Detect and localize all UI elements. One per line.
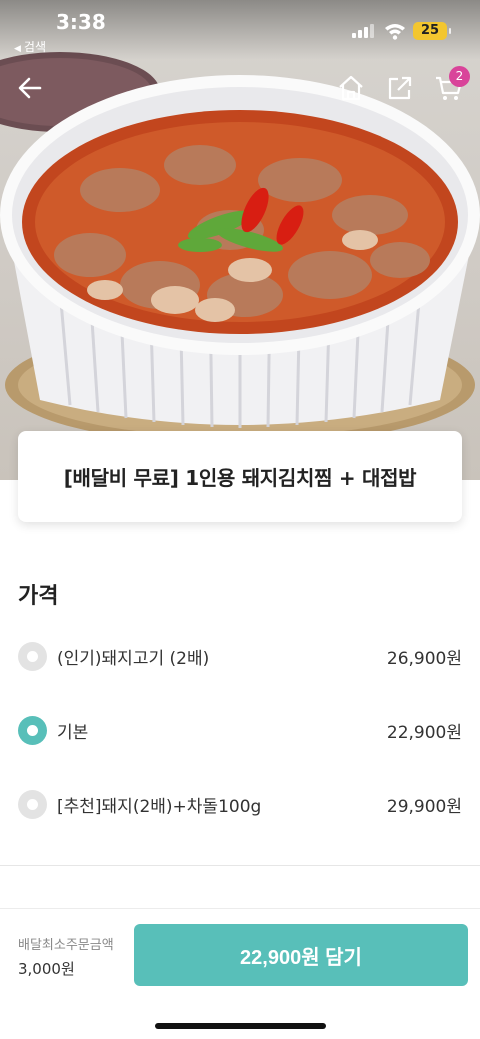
option-price: 22,900원	[386, 722, 462, 743]
status-time: 3:38	[56, 10, 106, 34]
wifi-icon	[385, 24, 405, 40]
option-price: 26,900원	[386, 648, 462, 669]
battery-indicator: 25	[413, 22, 451, 40]
min-order-label: 배달최소주문금액	[18, 938, 114, 953]
price-option-basic[interactable]: 기본 22,900원	[18, 714, 462, 746]
price-option-popular-pork[interactable]: (인기)돼지고기 (2배) 26,900원	[18, 640, 462, 672]
price-section-title: 가격	[18, 584, 59, 609]
bottom-order-bar: 배달최소주문금액 3,000원 22,900원 담기	[0, 908, 480, 1039]
option-label: 기본	[57, 722, 89, 743]
share-icon[interactable]	[384, 72, 416, 104]
option-price: 29,900원	[386, 796, 462, 817]
min-order-value: 3,000원	[18, 960, 75, 978]
radio-unselected[interactable]	[18, 641, 47, 671]
status-bar: 3:38 ◀ 검색 25	[0, 0, 480, 56]
product-title: [배달비 무료] 1인용 돼지김치찜 + 대접밥	[63, 466, 417, 490]
back-to-search-link[interactable]: ◀ 검색	[14, 38, 46, 55]
home-icon[interactable]	[335, 72, 367, 104]
price-option-recommended[interactable]: [추천]돼지(2배)+차돌100g 29,900원	[18, 788, 462, 820]
home-indicator[interactable]	[155, 1023, 326, 1029]
product-title-card: [배달비 무료] 1인용 돼지김치찜 + 대접밥	[18, 431, 462, 522]
back-triangle-icon: ◀	[14, 44, 21, 54]
radio-selected[interactable]	[18, 715, 47, 745]
back-arrow-icon[interactable]	[14, 72, 46, 104]
cart-count-badge: 2	[449, 66, 470, 87]
cellular-signal-icon	[352, 24, 376, 38]
add-to-cart-button[interactable]: 22,900원 담기	[134, 924, 468, 986]
section-divider	[0, 865, 480, 866]
option-label: [추천]돼지(2배)+차돌100g	[57, 796, 262, 817]
option-label: (인기)돼지고기 (2배)	[57, 648, 210, 669]
radio-unselected[interactable]	[18, 789, 47, 819]
back-search-label: 검색	[23, 40, 47, 54]
